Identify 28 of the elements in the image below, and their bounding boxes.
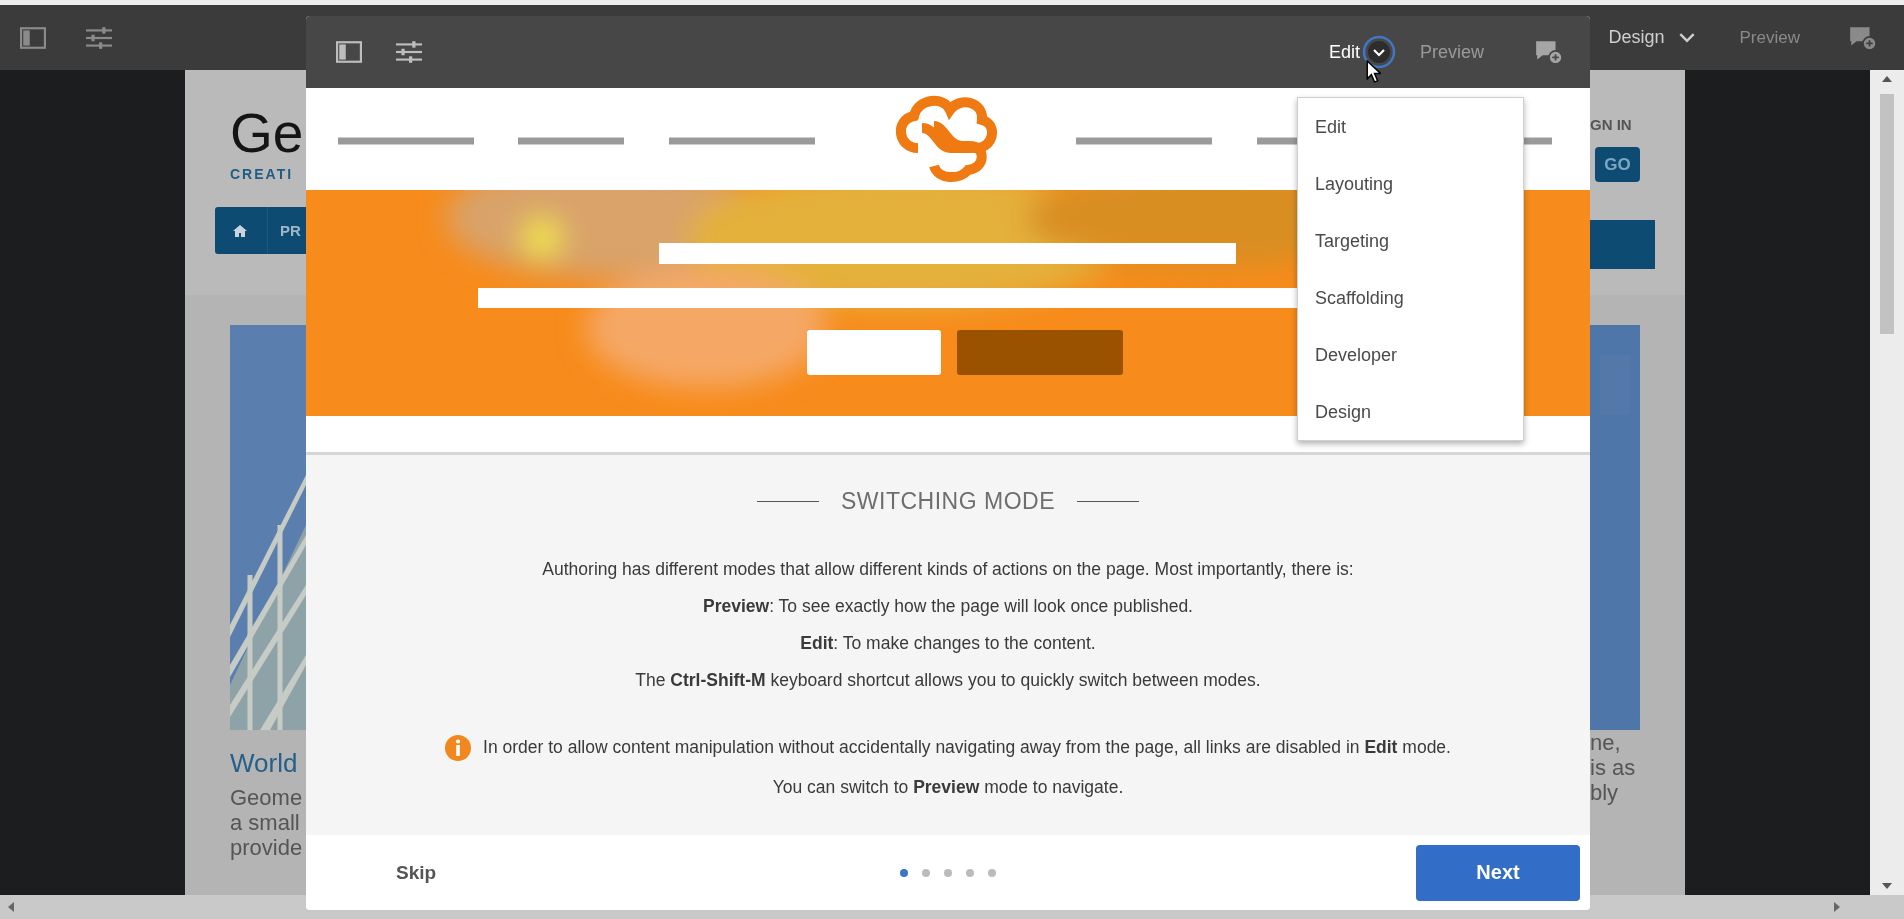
menu-item[interactable]: Layouting bbox=[1298, 161, 1523, 218]
article-text: provide bbox=[230, 835, 304, 860]
paragraph: Edit: To make changes to the content. bbox=[799, 632, 1097, 655]
next-button[interactable]: Next bbox=[1416, 844, 1580, 901]
dialog-title: SWITCHING MODE bbox=[841, 488, 1055, 515]
note-text: You can switch to Preview mode to navigate. bbox=[772, 776, 1124, 799]
article-text: Geome bbox=[230, 785, 304, 810]
mode-label[interactable]: Edit bbox=[1328, 41, 1360, 63]
go-button[interactable]: GO bbox=[1595, 147, 1640, 182]
note-text: In order to allow content manipulation without accidentally navigating away from the page, all links are disabled in Edit mode. bbox=[483, 736, 1451, 759]
menu-item[interactable]: Edit bbox=[1298, 104, 1523, 161]
menu-item[interactable]: Developer bbox=[1298, 332, 1523, 389]
nav-item[interactable]: PR bbox=[280, 222, 301, 239]
article-text: bly bbox=[1590, 780, 1620, 805]
site-tagline: CREATI bbox=[230, 166, 295, 182]
menu-item[interactable]: Scaffolding bbox=[1298, 275, 1523, 332]
article-text: is as bbox=[1590, 755, 1637, 780]
article-text: ne, bbox=[1590, 730, 1622, 755]
paragraph: Authoring has different modes that allow different kinds of actions on the page. Most importantly, there is: bbox=[542, 558, 1354, 581]
menu-item[interactable]: Design bbox=[1298, 389, 1523, 446]
article-text: a small bbox=[230, 810, 301, 835]
mode-dropdown[interactable]: Design bbox=[1608, 27, 1695, 48]
skip-button[interactable]: Skip bbox=[376, 853, 457, 892]
sign-in-link[interactable]: GN IN bbox=[1590, 116, 1685, 133]
site-logo: Ge bbox=[230, 101, 305, 166]
menu-item[interactable]: Targeting bbox=[1298, 218, 1523, 275]
paragraph: Preview: To see exactly how the page will look once published. bbox=[702, 595, 1194, 618]
paragraph: The Ctrl-Shift-M keyboard shortcut allows you to quickly switch between modes. bbox=[634, 669, 1262, 692]
